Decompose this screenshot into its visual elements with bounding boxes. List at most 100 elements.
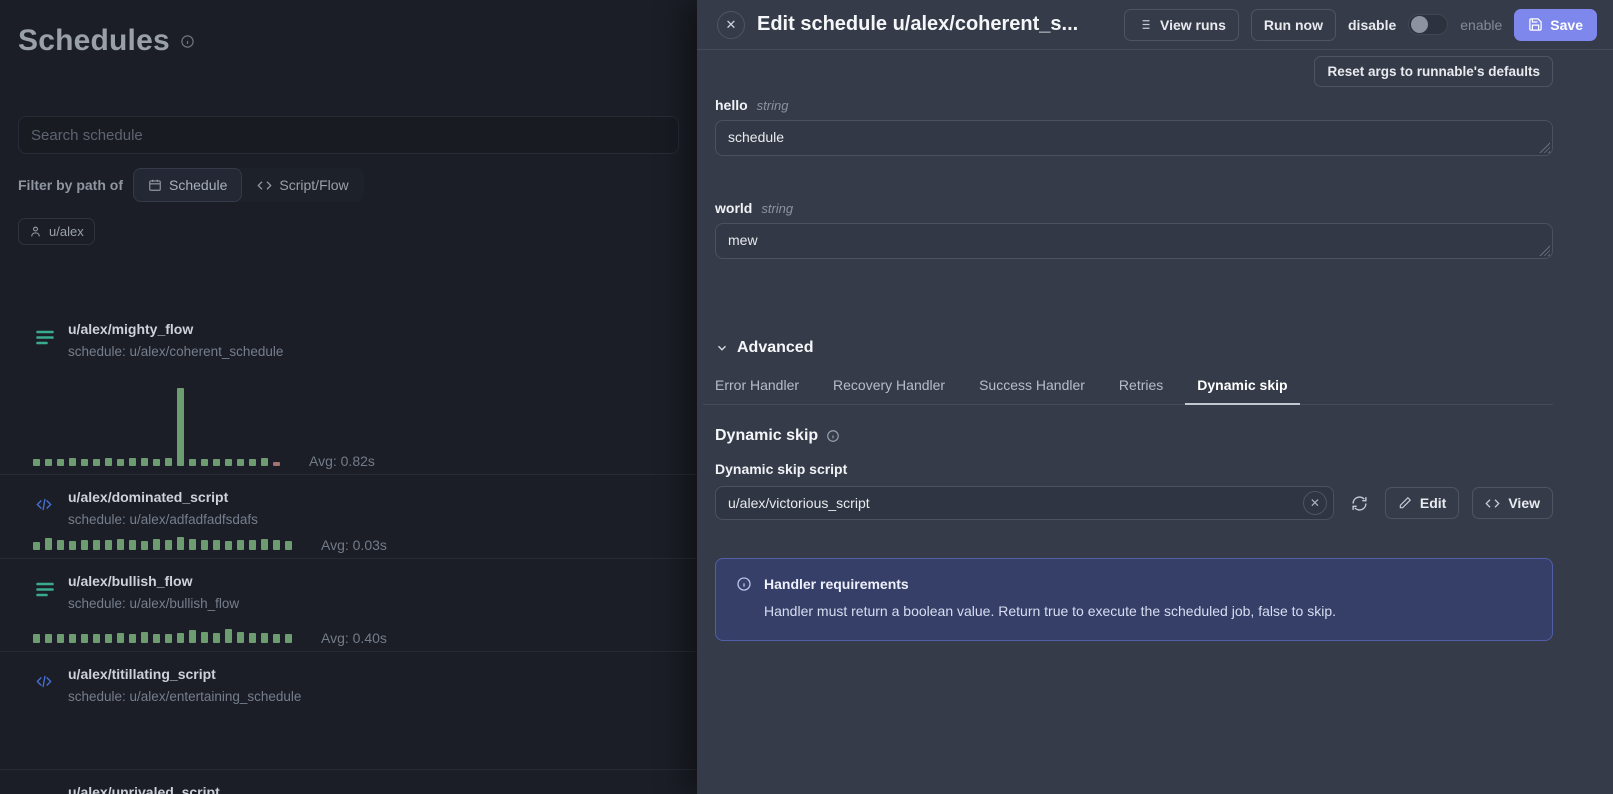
- run-bar[interactable]: [69, 541, 76, 550]
- field-hello-input[interactable]: schedule: [715, 120, 1553, 156]
- search-input[interactable]: [18, 116, 679, 154]
- run-bar[interactable]: [153, 459, 160, 466]
- run-bar[interactable]: [33, 459, 40, 466]
- run-bar[interactable]: [141, 458, 148, 466]
- run-bar[interactable]: [225, 629, 232, 643]
- reset-args-button[interactable]: Reset args to runnable's defaults: [1314, 56, 1553, 87]
- run-bar[interactable]: [141, 541, 148, 550]
- clear-icon[interactable]: ✕: [1303, 491, 1327, 515]
- tab-success-handler[interactable]: Success Handler: [967, 369, 1097, 405]
- run-bar[interactable]: [177, 633, 184, 643]
- run-bar[interactable]: [249, 633, 256, 643]
- run-bar[interactable]: [153, 539, 160, 550]
- run-bar[interactable]: [165, 458, 172, 466]
- run-bar[interactable]: [201, 632, 208, 643]
- run-bar[interactable]: [237, 459, 244, 466]
- run-bar[interactable]: [225, 459, 232, 466]
- run-bar[interactable]: [81, 634, 88, 643]
- tab-retries[interactable]: Retries: [1107, 369, 1175, 405]
- run-bar[interactable]: [33, 634, 40, 643]
- run-bar[interactable]: [45, 634, 52, 643]
- run-bar[interactable]: [213, 459, 220, 466]
- run-bar[interactable]: [225, 541, 232, 550]
- run-bar[interactable]: [249, 540, 256, 550]
- tab-dynamic-skip[interactable]: Dynamic skip: [1185, 369, 1299, 405]
- run-bar[interactable]: [177, 537, 184, 550]
- run-bar[interactable]: [129, 634, 136, 643]
- save-button[interactable]: Save: [1514, 9, 1597, 41]
- run-bar[interactable]: [249, 459, 256, 466]
- run-bar[interactable]: [57, 459, 64, 466]
- run-bar[interactable]: [105, 540, 112, 550]
- run-bar[interactable]: [213, 540, 220, 550]
- run-bar[interactable]: [69, 458, 76, 466]
- run-bar[interactable]: [285, 541, 292, 550]
- run-bar[interactable]: [105, 458, 112, 466]
- schedule-list-item[interactable]: u/alex/unrivaled_script: [0, 770, 697, 794]
- run-bar[interactable]: [213, 633, 220, 643]
- filter-script-flow-button[interactable]: Script/Flow: [242, 168, 363, 202]
- run-bar[interactable]: [237, 632, 244, 643]
- run-bar[interactable]: [261, 539, 268, 550]
- run-bar[interactable]: [141, 632, 148, 643]
- run-bar[interactable]: [129, 458, 136, 466]
- run-bar[interactable]: [261, 458, 268, 466]
- edit-script-button[interactable]: Edit: [1385, 487, 1459, 519]
- run-bar[interactable]: [105, 634, 112, 643]
- refresh-icon[interactable]: [1347, 491, 1372, 516]
- view-script-label: View: [1508, 495, 1540, 511]
- tab-error-handler[interactable]: Error Handler: [703, 369, 811, 405]
- run-bar[interactable]: [273, 540, 280, 550]
- view-script-button[interactable]: View: [1472, 487, 1553, 519]
- run-bar[interactable]: [189, 539, 196, 550]
- info-icon[interactable]: [180, 34, 195, 49]
- info-icon[interactable]: [826, 429, 840, 443]
- view-runs-button[interactable]: View runs: [1124, 9, 1239, 41]
- run-bar[interactable]: [201, 459, 208, 466]
- run-bar[interactable]: [45, 538, 52, 550]
- run-bar[interactable]: [45, 459, 52, 466]
- run-bar[interactable]: [117, 539, 124, 550]
- run-bar[interactable]: [33, 542, 40, 550]
- run-bar[interactable]: [93, 459, 100, 466]
- advanced-section-toggle[interactable]: Advanced: [715, 339, 1553, 357]
- dynamic-skip-script-input[interactable]: [715, 486, 1334, 520]
- field-world-input[interactable]: mew: [715, 223, 1553, 259]
- run-bar[interactable]: [165, 634, 172, 643]
- run-bar[interactable]: [285, 634, 292, 643]
- enable-toggle[interactable]: [1408, 14, 1448, 35]
- run-bar[interactable]: [273, 634, 280, 643]
- run-bar[interactable]: [93, 634, 100, 643]
- run-bar[interactable]: [117, 633, 124, 643]
- run-bar[interactable]: [177, 388, 184, 466]
- run-now-button[interactable]: Run now: [1251, 9, 1336, 41]
- run-bar[interactable]: [93, 540, 100, 550]
- run-bar[interactable]: [57, 540, 64, 550]
- schedule-list-item[interactable]: u/alex/titillating_scriptschedule: u/ale…: [0, 652, 697, 770]
- code-icon: [1485, 497, 1500, 510]
- schedule-list-item[interactable]: u/alex/bullish_flowschedule: u/alex/bull…: [0, 559, 697, 652]
- run-bar[interactable]: [69, 634, 76, 643]
- run-bar[interactable]: [129, 540, 136, 550]
- run-bar[interactable]: [117, 459, 124, 466]
- tab-recovery-handler[interactable]: Recovery Handler: [821, 369, 957, 405]
- run-bar[interactable]: [81, 459, 88, 466]
- owner-filter-chip[interactable]: u/alex: [18, 218, 95, 245]
- flow-icon: [36, 581, 54, 598]
- schedule-list-item[interactable]: u/alex/mighty_flowschedule: u/alex/coher…: [0, 307, 697, 475]
- schedule-list-item[interactable]: u/alex/dominated_scriptschedule: u/alex/…: [0, 475, 697, 559]
- run-bar[interactable]: [189, 459, 196, 466]
- run-bar[interactable]: [273, 462, 280, 466]
- run-bar[interactable]: [261, 633, 268, 643]
- run-bar[interactable]: [57, 634, 64, 643]
- filter-schedule-button[interactable]: Schedule: [133, 168, 242, 202]
- run-bar[interactable]: [81, 540, 88, 550]
- run-bar[interactable]: [165, 540, 172, 550]
- run-bar[interactable]: [153, 634, 160, 643]
- run-bar[interactable]: [237, 540, 244, 550]
- runs-bar-chart: Avg: 0.82s: [33, 388, 375, 466]
- run-bar[interactable]: [189, 630, 196, 643]
- run-bar[interactable]: [201, 540, 208, 550]
- field-world-label: world: [715, 200, 752, 216]
- close-icon[interactable]: ✕: [717, 11, 745, 39]
